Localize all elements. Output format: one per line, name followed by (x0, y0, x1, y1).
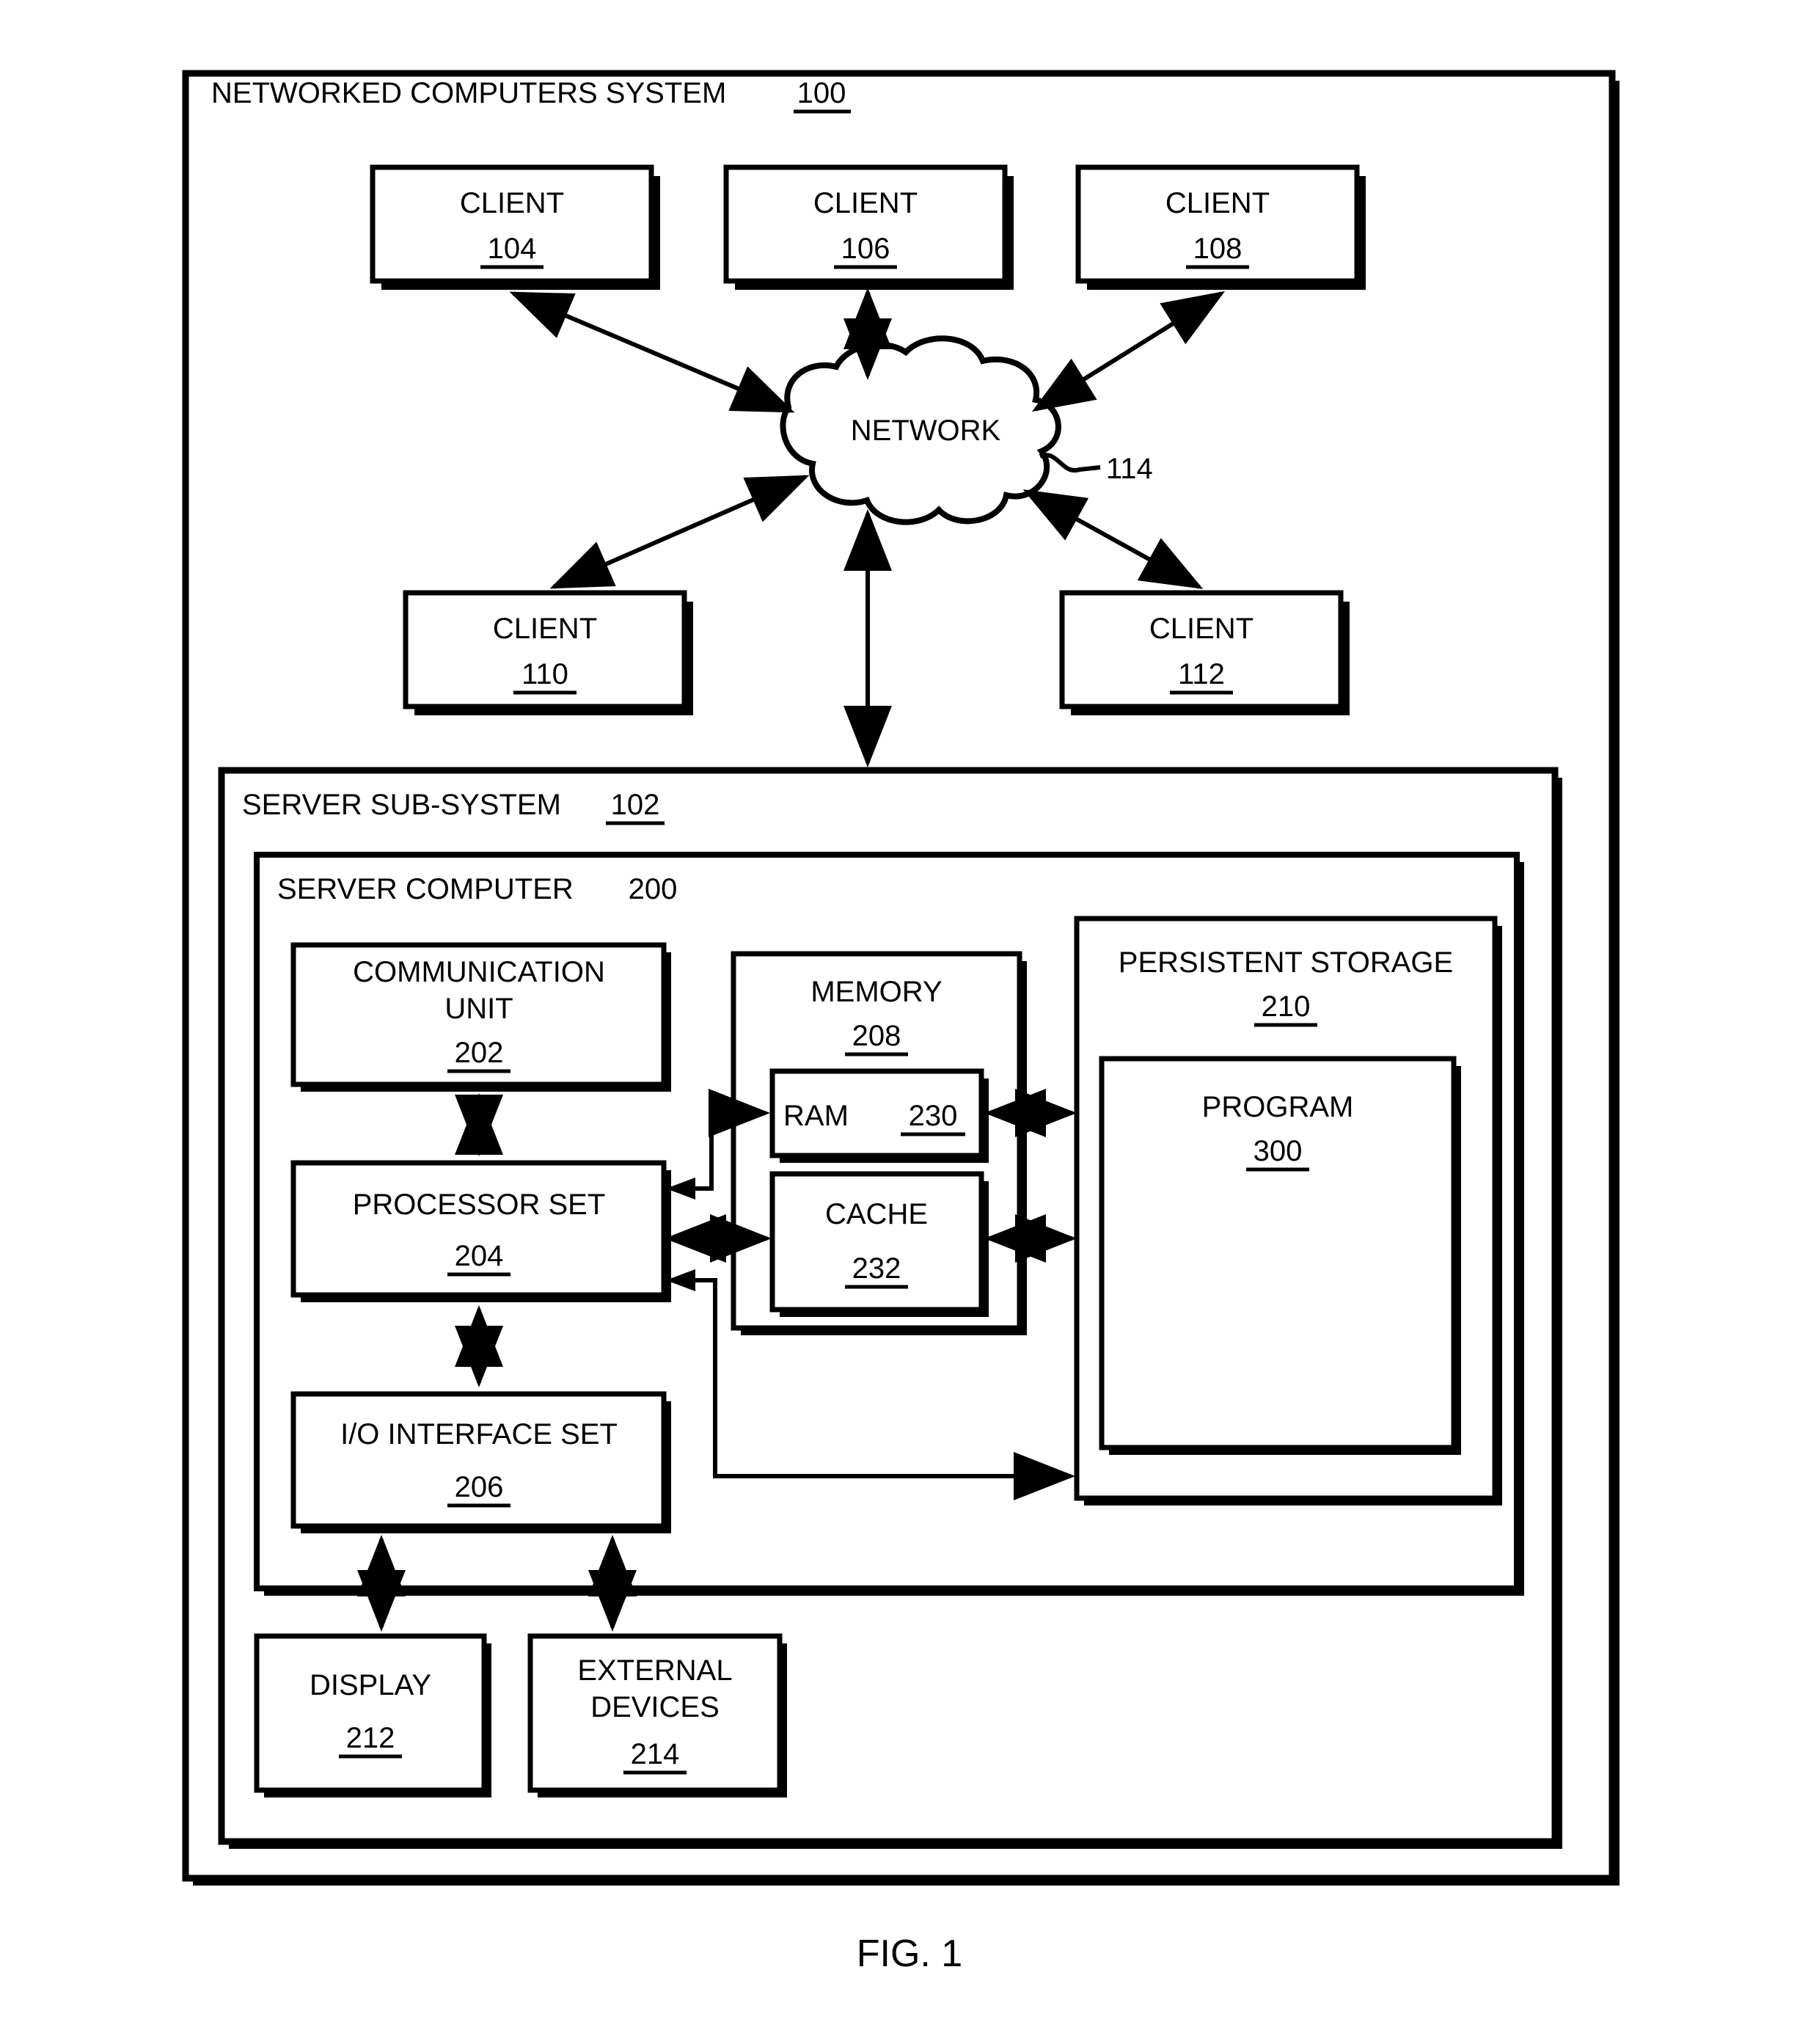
client-box-104[interactable]: CLIENT 104 (370, 164, 660, 290)
server-computer-title: SERVER COMPUTER (277, 873, 574, 905)
network-label: NETWORK (851, 415, 1001, 447)
program-label: PROGRAM (1202, 1091, 1354, 1123)
communication-unit-box[interactable]: COMMUNICATION UNIT 202 (290, 942, 671, 1092)
display-ref: 212 (346, 1722, 395, 1754)
processor-set-label: PROCESSOR SET (353, 1189, 606, 1221)
client-104-label: CLIENT (460, 187, 564, 219)
io-interface-set-label: I/O INTERFACE SET (340, 1418, 618, 1450)
client-106-ref: 106 (841, 233, 890, 265)
patent-figure: NETWORKED COMPUTERS SYSTEM 100 CLIENT 10… (0, 0, 1797, 2044)
communication-unit-label-line1: COMMUNICATION (353, 956, 605, 988)
io-interface-set-ref: 206 (455, 1471, 504, 1503)
program-box[interactable]: PROGRAM 300 (1099, 1056, 1461, 1455)
client-104-ref: 104 (488, 233, 537, 265)
figure-caption: FIG. 1 (857, 1932, 962, 1975)
ram-box[interactable]: RAM 230 (769, 1068, 989, 1163)
client-112-ref: 112 (1178, 658, 1225, 690)
client-box-106[interactable]: CLIENT 106 (723, 164, 1014, 290)
external-devices-ref: 214 (631, 1738, 680, 1770)
io-interface-set-box[interactable]: I/O INTERFACE SET 206 (290, 1391, 671, 1533)
client-110-label: CLIENT (493, 613, 597, 645)
server-subsystem-title: SERVER SUB-SYSTEM (242, 789, 561, 821)
cache-ref: 232 (852, 1252, 901, 1285)
client-110-ref: 110 (521, 658, 568, 690)
communication-unit-label-line2: UNIT (444, 993, 513, 1025)
external-devices-label-line1: EXTERNAL (577, 1654, 732, 1687)
ram-ref: 230 (909, 1100, 958, 1132)
client-106-label: CLIENT (813, 187, 918, 219)
memory-label: MEMORY (810, 976, 942, 1008)
ram-label: RAM (783, 1100, 849, 1132)
program-ref: 300 (1253, 1135, 1303, 1167)
server-subsystem-ref: 102 (611, 789, 660, 821)
memory-ref: 208 (852, 1020, 901, 1052)
processor-set-ref: 204 (455, 1240, 504, 1272)
display-label: DISPLAY (310, 1669, 431, 1701)
external-devices-label-line2: DEVICES (590, 1691, 720, 1723)
server-computer-ref: 200 (629, 873, 678, 905)
network-ref-114: 114 (1106, 453, 1153, 485)
cache-label: CACHE (825, 1198, 928, 1230)
processor-set-box[interactable]: PROCESSOR SET 204 (290, 1160, 671, 1302)
outer-title-ref: 100 (797, 77, 846, 109)
client-108-ref: 108 (1193, 233, 1242, 265)
client-box-110[interactable]: CLIENT 110 (403, 590, 693, 715)
client-box-108[interactable]: CLIENT 108 (1075, 164, 1366, 290)
client-112-label: CLIENT (1149, 613, 1253, 645)
client-box-112[interactable]: CLIENT 112 (1059, 590, 1350, 715)
network-cloud: NETWORK (780, 335, 1061, 525)
client-108-label: CLIENT (1165, 187, 1270, 219)
persistent-storage-ref: 210 (1262, 990, 1311, 1023)
external-devices-box[interactable]: EXTERNAL DEVICES 214 (527, 1633, 787, 1797)
communication-unit-ref: 202 (455, 1037, 504, 1069)
persistent-storage-label: PERSISTENT STORAGE (1119, 946, 1453, 979)
outer-title-label: NETWORKED COMPUTERS SYSTEM (211, 77, 726, 109)
display-box[interactable]: DISPLAY 212 (254, 1633, 491, 1797)
cache-box[interactable]: CACHE 232 (769, 1171, 989, 1317)
